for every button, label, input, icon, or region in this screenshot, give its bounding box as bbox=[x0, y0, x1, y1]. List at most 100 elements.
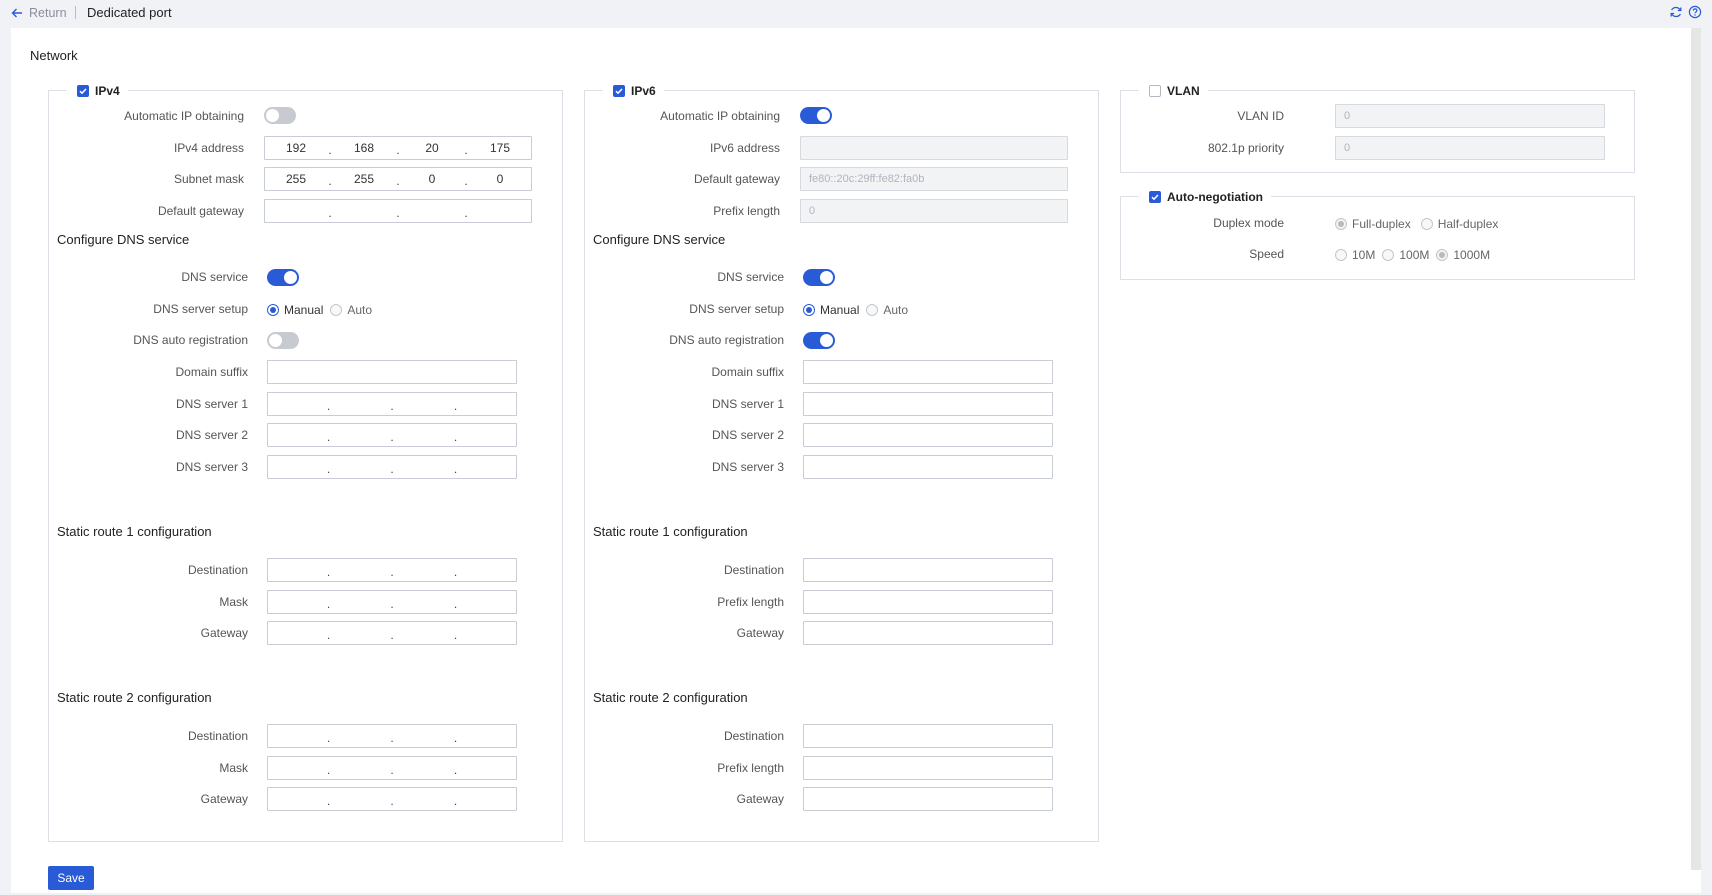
ipv4-gateway-input[interactable]: . . . bbox=[264, 199, 532, 223]
radio-circle bbox=[267, 304, 279, 316]
ipv6-prefix-input[interactable]: 0 bbox=[800, 199, 1068, 223]
ipv4-dns-setup-label: DNS server setup bbox=[153, 302, 248, 316]
ipv4-dns-service-toggle[interactable] bbox=[267, 269, 299, 286]
ipv6-dns-auto-reg-label: DNS auto registration bbox=[669, 333, 784, 347]
ipv4-dns-auto-reg-toggle[interactable] bbox=[267, 332, 299, 349]
ipv4-domain-suffix-label: Domain suffix bbox=[175, 365, 248, 379]
ipv4-dns-manual-radio[interactable]: Manual bbox=[267, 303, 323, 317]
ip-dot: . bbox=[453, 794, 458, 808]
refresh-icon[interactable] bbox=[1669, 5, 1683, 19]
vlan-id-input[interactable]: 0 bbox=[1335, 104, 1605, 128]
ipv4-dns-service-label: DNS service bbox=[181, 270, 248, 284]
save-button[interactable]: Save bbox=[48, 866, 94, 890]
ipv4-route1-section-title: Static route 1 configuration bbox=[57, 524, 212, 539]
ipv4-route2-mask-input[interactable]: . . . bbox=[267, 756, 517, 780]
ipv4-dns3-label: DNS server 3 bbox=[175, 460, 248, 474]
radio-circle bbox=[866, 304, 879, 316]
ipv6-address-input[interactable] bbox=[800, 136, 1068, 160]
autoneg-checkbox[interactable] bbox=[1149, 190, 1161, 203]
radio-label: 100M bbox=[1399, 248, 1430, 262]
ipv4-route2-dest-input[interactable]: . . . bbox=[267, 724, 517, 748]
ipv4-dns2-input[interactable]: . . . bbox=[267, 423, 517, 447]
ip-dot: . bbox=[390, 794, 394, 808]
radio-label: Full-duplex bbox=[1352, 217, 1411, 231]
ip-dot: . bbox=[326, 430, 331, 444]
radio-label: Auto bbox=[347, 303, 373, 317]
half-duplex-radio[interactable]: Half-duplex bbox=[1420, 217, 1499, 231]
speed-10m-radio[interactable]: 10M bbox=[1335, 248, 1375, 262]
ipv6-dns-service-toggle[interactable] bbox=[803, 269, 835, 286]
ipv4-domain-suffix-input[interactable] bbox=[267, 360, 517, 384]
ipv4-mask-input[interactable]: 255. 255. 0. 0 bbox=[264, 167, 532, 191]
autoneg-legend-label: Auto-negotiation bbox=[1167, 189, 1263, 204]
ipv4-auto-ip-toggle[interactable] bbox=[264, 107, 296, 124]
ip-octet: 20 bbox=[425, 141, 439, 155]
ipv4-dns-auto-reg-label: DNS auto registration bbox=[133, 333, 248, 347]
ipv6-dns2-label: DNS server 2 bbox=[711, 428, 784, 442]
ip-dot: . bbox=[326, 731, 331, 745]
speed-1000m-radio[interactable]: 1000M bbox=[1436, 248, 1490, 262]
ipv4-auto-ip-label: Automatic IP obtaining bbox=[124, 109, 244, 123]
ipv6-gateway-value: fe80::20c:29ff:fe82:fa0b bbox=[809, 173, 925, 185]
vlan-id-value: 0 bbox=[1344, 110, 1351, 122]
return-link[interactable]: Return bbox=[10, 5, 67, 21]
ipv6-route2-dest-label: Destination bbox=[723, 729, 784, 743]
vlan-priority-input[interactable]: 0 bbox=[1335, 136, 1605, 160]
arrow-left-icon bbox=[11, 8, 22, 18]
ipv4-route2-gateway-input[interactable]: . . . bbox=[267, 787, 517, 811]
ip-octet: 0 bbox=[428, 172, 436, 186]
help-icon[interactable] bbox=[1688, 5, 1702, 19]
radio-label: Half-duplex bbox=[1437, 217, 1499, 231]
toggle-knob bbox=[269, 334, 282, 347]
radio-circle bbox=[1382, 249, 1395, 261]
ipv6-dns-auto-radio[interactable]: Auto bbox=[866, 303, 908, 317]
vlan-checkbox[interactable] bbox=[1149, 84, 1161, 97]
ipv6-route2-dest-input[interactable] bbox=[803, 724, 1053, 748]
ipv6-route2-prefix-label: Prefix length bbox=[717, 761, 784, 775]
ipv6-dns-service-label: DNS service bbox=[717, 270, 784, 284]
ip-octet: 192 bbox=[285, 141, 307, 155]
ipv4-dns-auto-radio[interactable]: Auto bbox=[330, 303, 372, 317]
ipv6-dns-manual-radio[interactable]: Manual bbox=[803, 303, 859, 317]
ipv6-auto-ip-toggle[interactable] bbox=[800, 107, 832, 124]
vlan-legend: VLAN bbox=[1139, 82, 1208, 99]
ipv6-checkbox[interactable] bbox=[613, 84, 625, 97]
ip-octet: 175 bbox=[489, 141, 511, 155]
ip-dot: . bbox=[453, 462, 458, 476]
ipv4-address-input[interactable]: 192. 168. 20. 175 bbox=[264, 136, 532, 160]
ipv6-legend-label: IPv6 bbox=[631, 83, 656, 98]
toggle-knob bbox=[817, 109, 830, 122]
ipv6-route1-prefix-input[interactable] bbox=[803, 590, 1053, 614]
ipv4-dns3-input[interactable]: . . . bbox=[267, 455, 517, 479]
ip-dot: . bbox=[396, 206, 400, 220]
ip-dot: . bbox=[326, 565, 331, 579]
ipv6-dns-setup-label: DNS server setup bbox=[689, 302, 784, 316]
vertical-scrollbar[interactable] bbox=[1691, 28, 1701, 870]
ipv6-route1-gateway-label: Gateway bbox=[736, 626, 784, 640]
full-duplex-radio[interactable]: Full-duplex bbox=[1335, 217, 1411, 231]
check-icon bbox=[1151, 193, 1159, 200]
ipv4-route1-dest-input[interactable]: . . . bbox=[267, 558, 517, 582]
speed-100m-radio[interactable]: 100M bbox=[1382, 248, 1429, 262]
ipv4-route1-mask-input[interactable]: . . . bbox=[267, 590, 517, 614]
vlan-priority-value: 0 bbox=[1344, 142, 1351, 154]
ipv6-domain-suffix-input[interactable] bbox=[803, 360, 1053, 384]
ipv6-dns2-input[interactable] bbox=[803, 423, 1053, 447]
ipv6-route1-dest-input[interactable] bbox=[803, 558, 1053, 582]
ipv4-route1-gateway-input[interactable]: . . . bbox=[267, 621, 517, 645]
ip-octet: 255 bbox=[353, 172, 375, 186]
ipv4-checkbox[interactable] bbox=[77, 84, 89, 97]
ipv6-route2-gateway-input[interactable] bbox=[803, 787, 1053, 811]
ipv6-dns3-input[interactable] bbox=[803, 455, 1053, 479]
ipv4-dns1-input[interactable]: . . . bbox=[267, 392, 517, 416]
ipv6-gateway-label: Default gateway bbox=[693, 172, 780, 186]
toggle-knob bbox=[820, 334, 833, 347]
ipv6-route1-gateway-input[interactable] bbox=[803, 621, 1053, 645]
ipv6-dns-auto-reg-toggle[interactable] bbox=[803, 332, 835, 349]
ipv6-gateway-input[interactable]: fe80::20c:29ff:fe82:fa0b bbox=[800, 167, 1068, 191]
radio-circle bbox=[1436, 249, 1449, 261]
ipv6-route2-prefix-input[interactable] bbox=[803, 756, 1053, 780]
ipv6-dns1-input[interactable] bbox=[803, 392, 1053, 416]
page-title: Dedicated port bbox=[87, 5, 172, 20]
ip-dot: . bbox=[390, 462, 394, 476]
